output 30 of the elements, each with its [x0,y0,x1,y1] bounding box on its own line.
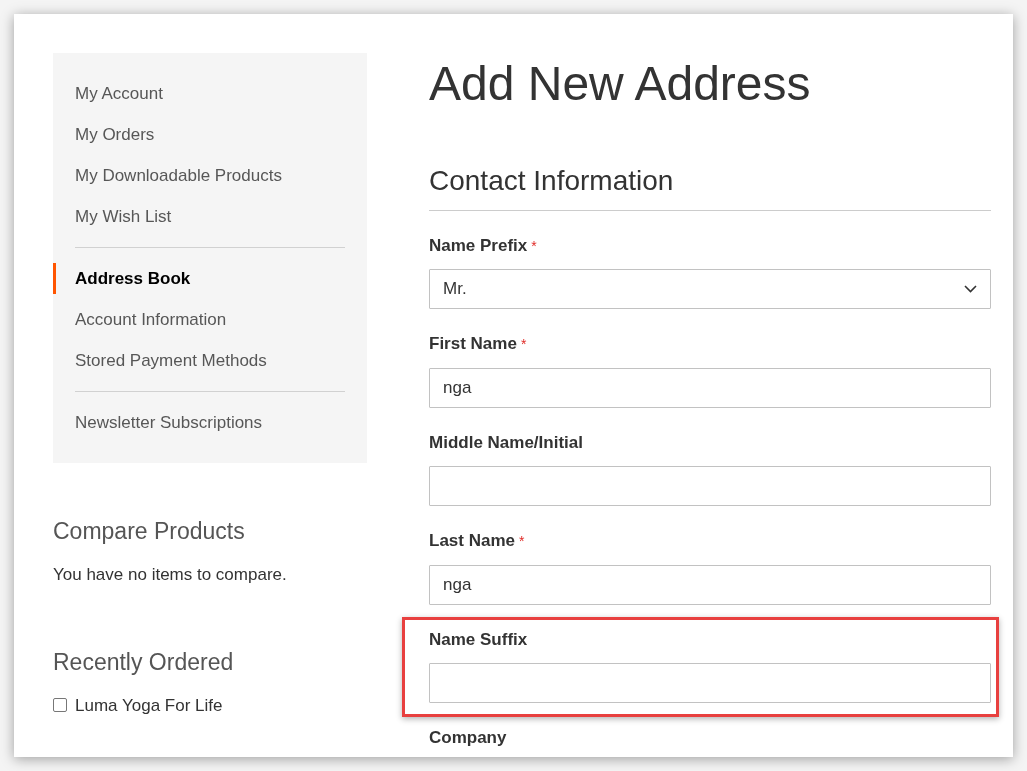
recently-ordered-heading: Recently Ordered [53,649,235,677]
select-field[interactable]: Mr. [429,269,991,310]
field-label: First Name [429,333,517,356]
input-field[interactable] [429,663,991,704]
sidebar-link[interactable]: My Wish List [53,196,345,237]
sidebar-link[interactable]: My Orders [53,114,345,155]
section-title: Contact Information [429,164,991,211]
input-field[interactable]: nga [429,367,991,408]
required-mark: * [531,236,537,256]
field-label: Middle Name/Initial [429,431,583,454]
required-mark: * [519,532,525,552]
product-name: Luma Yoga For Life [75,694,223,717]
compare-message: You have no items to compare. [53,563,288,586]
sidebar-link[interactable]: My Account [53,73,345,114]
chevron-down-icon [964,285,977,294]
page-title: Add New Address [429,56,812,112]
checkbox[interactable] [53,698,67,713]
sidebar-link[interactable]: My Downloadable Products [53,155,345,196]
field-label: Company [429,727,507,750]
input-field[interactable]: nga [429,564,991,605]
compare-heading: Compare Products [53,518,246,546]
field-label: Name Suffix [429,628,528,651]
sidebar-link[interactable]: Stored Payment Methods [53,340,345,381]
field-label: Name Prefix [429,234,528,257]
required-mark: * [520,335,527,355]
sidebar-link[interactable]: Address Book [53,258,345,299]
sidebar-link[interactable]: Newsletter Subscriptions [53,402,345,443]
sidebar-link[interactable]: Account Information [53,299,345,340]
field-label: Last Name [429,530,515,553]
input-field[interactable] [429,466,991,507]
